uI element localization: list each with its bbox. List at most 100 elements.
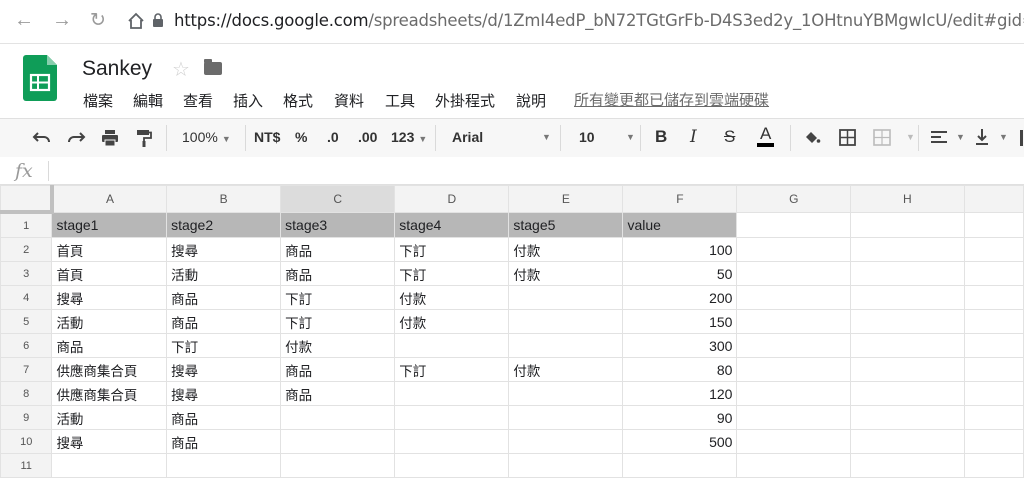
fill-color-icon[interactable] xyxy=(803,129,821,147)
grid-cell[interactable] xyxy=(963,309,1024,334)
menu-view[interactable]: 查看 xyxy=(183,90,213,111)
row-header[interactable]: 8 xyxy=(0,381,53,406)
caret-down-icon[interactable]: ▼ xyxy=(956,132,965,142)
grid-cell[interactable] xyxy=(508,453,624,478)
grid-cell[interactable] xyxy=(736,357,852,382)
grid-cell[interactable]: 商品 xyxy=(280,357,396,382)
column-header[interactable]: D xyxy=(394,185,510,213)
select-all-corner[interactable] xyxy=(0,185,54,214)
grid-cell[interactable]: 活動 xyxy=(51,309,168,334)
menu-format[interactable]: 格式 xyxy=(283,90,313,111)
grid-cell[interactable]: 首頁 xyxy=(51,237,168,262)
grid-cell[interactable] xyxy=(394,429,510,454)
grid-cell[interactable] xyxy=(736,211,852,238)
grid-cell[interactable] xyxy=(508,405,624,430)
row-header[interactable]: 9 xyxy=(0,405,53,430)
undo-icon[interactable] xyxy=(32,130,52,146)
zoom-select[interactable]: 100% ▼ xyxy=(182,129,231,145)
sheets-logo-icon[interactable] xyxy=(23,55,59,101)
grid-cell[interactable] xyxy=(508,333,624,358)
star-icon[interactable]: ☆ xyxy=(172,57,190,82)
column-header[interactable]: G xyxy=(736,185,852,213)
grid-cell[interactable] xyxy=(850,237,965,262)
grid-cell[interactable] xyxy=(736,381,852,406)
grid-cell[interactable] xyxy=(622,453,738,478)
grid-cell[interactable]: 商品 xyxy=(166,285,282,310)
italic-button[interactable]: I xyxy=(690,127,697,147)
column-header[interactable]: E xyxy=(508,185,624,213)
row-header[interactable]: 6 xyxy=(0,333,53,358)
grid-cell[interactable] xyxy=(736,333,852,358)
grid-cell[interactable]: 150 xyxy=(622,309,738,334)
grid-cell[interactable] xyxy=(850,357,965,382)
column-header[interactable]: A xyxy=(51,185,168,213)
paint-format-icon[interactable] xyxy=(136,129,152,147)
merge-cells-icon[interactable] xyxy=(873,129,891,146)
grid-cell[interactable]: 500 xyxy=(622,429,738,454)
column-header[interactable]: B xyxy=(166,185,282,213)
grid-cell[interactable]: 下訂 xyxy=(394,237,510,262)
row-header[interactable]: 2 xyxy=(0,237,53,262)
grid-cell[interactable]: value xyxy=(622,211,738,238)
bold-button[interactable]: B xyxy=(655,127,667,147)
grid-cell[interactable]: 付款 xyxy=(394,309,510,334)
grid-cell[interactable] xyxy=(394,333,510,358)
back-icon[interactable]: ← xyxy=(14,9,34,32)
grid-cell[interactable] xyxy=(736,285,852,310)
menu-insert[interactable]: 插入 xyxy=(233,90,263,111)
column-header[interactable]: C xyxy=(280,185,396,213)
grid-cell[interactable]: stage2 xyxy=(166,211,282,238)
grid-cell[interactable] xyxy=(736,261,852,286)
grid-cell[interactable]: 商品 xyxy=(280,381,396,406)
grid-cell[interactable]: stage5 xyxy=(508,211,624,238)
grid-cell[interactable]: 供應商集合頁 xyxy=(51,357,168,382)
menu-data[interactable]: 資料 xyxy=(334,90,364,111)
column-header[interactable]: H xyxy=(850,185,965,213)
grid-cell[interactable] xyxy=(850,381,965,406)
row-header[interactable]: 11 xyxy=(0,453,53,478)
caret-down-icon[interactable]: ▼ xyxy=(542,132,551,142)
menu-edit[interactable]: 編輯 xyxy=(133,90,163,111)
grid-cell[interactable] xyxy=(963,405,1024,430)
grid-cell[interactable] xyxy=(280,429,396,454)
grid-cell[interactable]: stage4 xyxy=(394,211,510,238)
borders-icon[interactable] xyxy=(839,129,856,146)
grid-cell[interactable]: 商品 xyxy=(51,333,168,358)
column-header[interactable] xyxy=(963,185,1024,213)
grid-cell[interactable] xyxy=(736,405,852,430)
grid-cell[interactable]: 首頁 xyxy=(51,261,168,286)
grid-cell[interactable] xyxy=(736,237,852,262)
url-text[interactable]: https://docs.google.com/spreadsheets/d/1… xyxy=(174,11,1024,30)
grid-cell[interactable]: 下訂 xyxy=(166,333,282,358)
grid-cell[interactable]: 50 xyxy=(622,261,738,286)
grid-cell[interactable] xyxy=(394,405,510,430)
increase-decimal-button[interactable]: .00 xyxy=(358,129,377,145)
grid-cell[interactable]: 下訂 xyxy=(280,309,396,334)
grid-cell[interactable]: 商品 xyxy=(166,309,282,334)
caret-down-icon[interactable]: ▼ xyxy=(999,132,1008,142)
font-size-select[interactable]: 10 xyxy=(579,129,595,145)
grid-cell[interactable] xyxy=(963,429,1024,454)
grid-cell[interactable] xyxy=(736,429,852,454)
grid-cell[interactable] xyxy=(963,333,1024,358)
percent-format-button[interactable]: % xyxy=(295,129,307,145)
grid-cell[interactable] xyxy=(280,453,396,478)
folder-icon[interactable] xyxy=(204,59,222,75)
grid-cell[interactable]: 80 xyxy=(622,357,738,382)
forward-icon[interactable]: → xyxy=(52,9,72,32)
grid-cell[interactable] xyxy=(850,405,965,430)
grid-cell[interactable]: 商品 xyxy=(166,405,282,430)
grid-cell[interactable] xyxy=(850,333,965,358)
grid-cell[interactable]: 搜尋 xyxy=(166,381,282,406)
grid-cell[interactable] xyxy=(394,381,510,406)
grid-cell[interactable]: 90 xyxy=(622,405,738,430)
column-header[interactable]: F xyxy=(622,185,738,213)
row-header[interactable]: 3 xyxy=(0,261,53,286)
menu-file[interactable]: 檔案 xyxy=(83,90,113,111)
grid-cell[interactable]: 搜尋 xyxy=(51,285,168,310)
home-icon[interactable] xyxy=(126,11,146,31)
formula-bar[interactable] xyxy=(0,157,1024,185)
grid-cell[interactable] xyxy=(508,381,624,406)
grid-cell[interactable]: 活動 xyxy=(166,261,282,286)
grid-cell[interactable] xyxy=(850,453,965,478)
